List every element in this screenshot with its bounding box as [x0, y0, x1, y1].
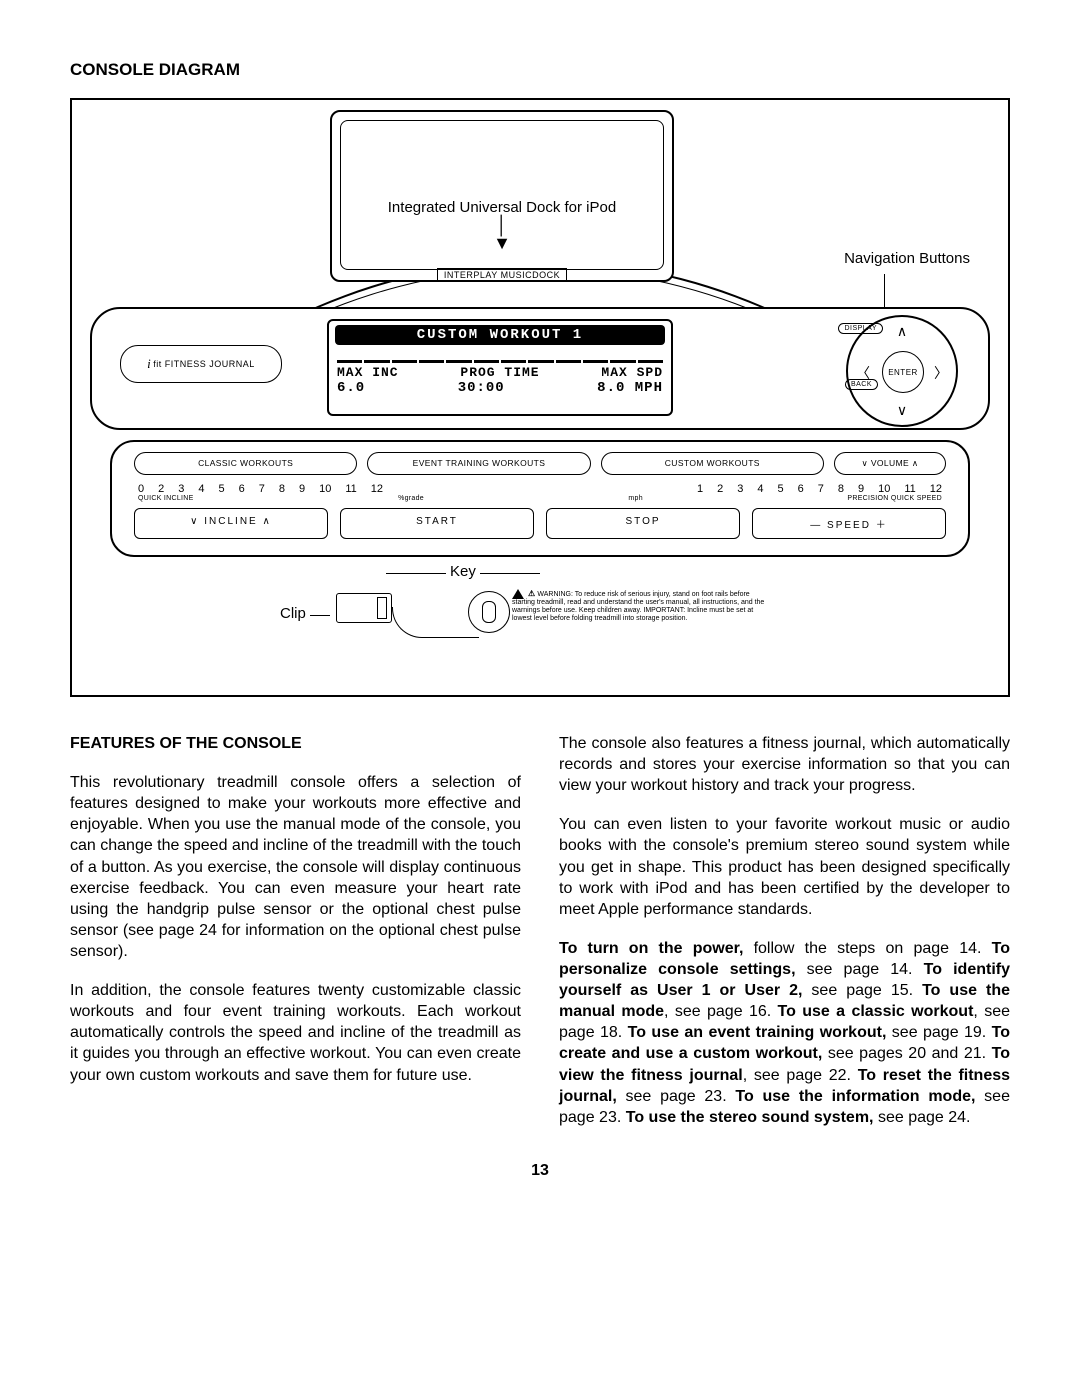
nav-pad[interactable]: ∧ ∨ 〈 〉 ENTER	[846, 315, 958, 427]
nav-right-icon[interactable]: 〉	[934, 363, 948, 383]
dock-brand: INTERPLAY MUSICDOCK	[437, 268, 567, 282]
nav-buttons-callout: Navigation Buttons	[844, 250, 970, 267]
nav-down-icon[interactable]: ∨	[848, 402, 956, 419]
page-number: 13	[70, 1162, 1010, 1180]
display-panel: ifit FITNESS JOURNAL CUSTOM WORKOUT 1 MA…	[90, 307, 990, 430]
warning-text: ⚠ WARNING: To reduce risk of serious inj…	[512, 589, 772, 623]
stop-button[interactable]: STOP	[546, 508, 740, 539]
key-icon	[468, 591, 510, 633]
features-heading: FEATURES OF THE CONSOLE	[70, 733, 521, 754]
clip-icon	[336, 593, 392, 623]
button-panel: CLASSIC WORKOUTS EVENT TRAINING WORKOUTS…	[110, 440, 970, 557]
dock-label: Integrated Universal Dock for iPod	[388, 199, 616, 216]
fitness-journal-button[interactable]: ifit FITNESS JOURNAL	[120, 345, 282, 383]
custom-workouts-button[interactable]: CUSTOM WORKOUTS	[601, 452, 824, 475]
event-training-button[interactable]: EVENT TRAINING WORKOUTS	[367, 452, 590, 475]
classic-workouts-button[interactable]: CLASSIC WORKOUTS	[134, 452, 357, 475]
start-button[interactable]: START	[340, 508, 534, 539]
ipod-dock: Integrated Universal Dock for iPod │▼ IN…	[330, 110, 674, 282]
speed-button[interactable]: — SPEED ＋	[752, 508, 946, 539]
quick-incline-keys[interactable]: 023456789101112	[138, 483, 383, 495]
section-title: CONSOLE DIAGRAM	[70, 60, 1010, 80]
lcd-header: CUSTOM WORKOUT 1	[335, 325, 665, 345]
key-label: Key	[450, 563, 476, 580]
console-diagram: Integrated Universal Dock for iPod │▼ IN…	[70, 98, 1010, 697]
incline-button[interactable]: ∨ INCLINE ∧	[134, 508, 328, 539]
nav-up-icon[interactable]: ∧	[848, 323, 956, 340]
arrow-down-icon: │▼	[493, 216, 511, 252]
nav-left-icon[interactable]: 〈	[856, 363, 870, 383]
lcd-screen: CUSTOM WORKOUT 1 MAX INC PROG TIME MAX S…	[327, 319, 673, 416]
clip-label: Clip	[280, 605, 306, 622]
quick-speed-keys[interactable]: 123456789101112	[697, 483, 942, 495]
instructions-index: To turn on the power, follow the steps o…	[559, 938, 1010, 1128]
enter-button[interactable]: ENTER	[882, 351, 924, 393]
volume-button[interactable]: ∨ VOLUME ∧	[834, 452, 946, 475]
body-text: FEATURES OF THE CONSOLE This revolutiona…	[70, 733, 1010, 1128]
